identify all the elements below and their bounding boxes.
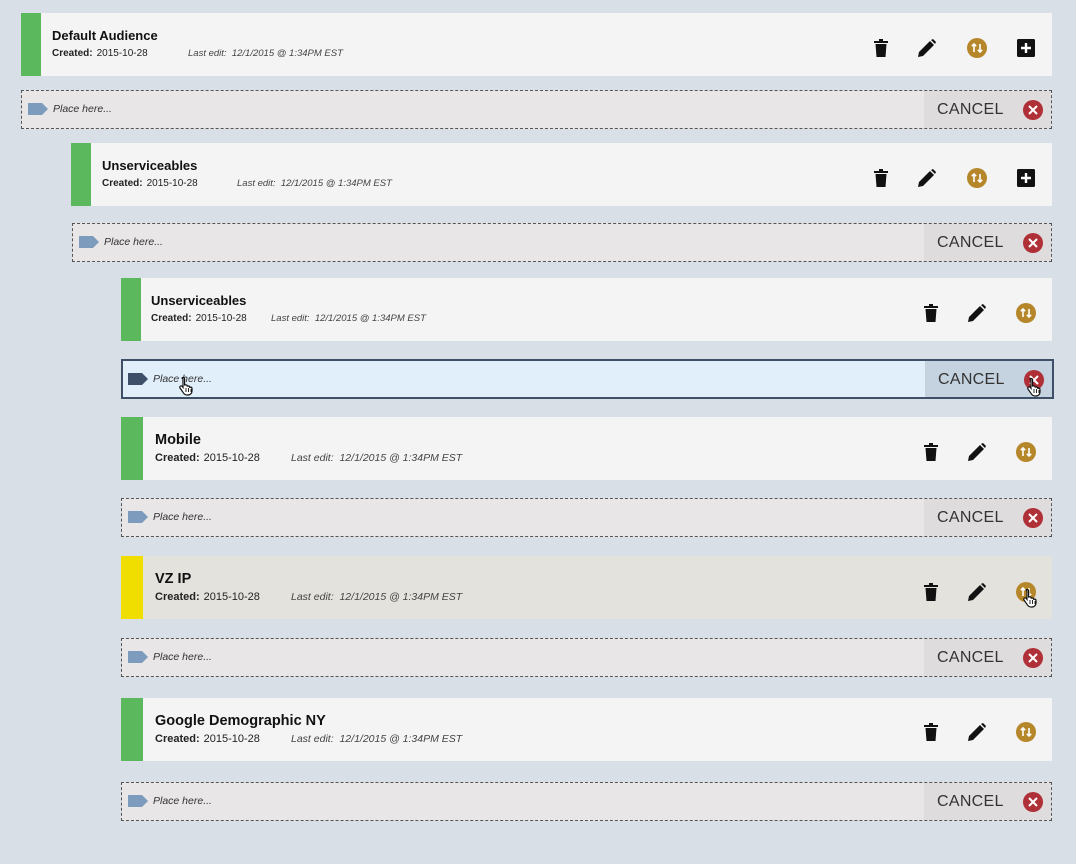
close-circle-icon[interactable] xyxy=(1023,792,1043,812)
plus-square-icon[interactable] xyxy=(1015,167,1037,189)
drop-zone[interactable]: Place here... CANCEL xyxy=(121,782,1052,821)
cancel-label: CANCEL xyxy=(937,509,1004,526)
placeholder-text[interactable]: Place here... xyxy=(104,236,163,248)
swap-vertical-icon[interactable] xyxy=(1015,302,1037,324)
audience-card: VZ IP Created: 2015-10-28 Last edit: 12/1… xyxy=(121,556,1052,619)
pencil-icon[interactable] xyxy=(966,302,988,324)
pencil-icon[interactable] xyxy=(966,581,988,603)
created-info: Created: 2015-10-28 xyxy=(155,733,260,745)
cancel-button[interactable]: CANCEL xyxy=(924,91,1051,128)
audience-name: Mobile xyxy=(155,432,201,448)
close-circle-icon[interactable] xyxy=(1023,233,1043,253)
trash-icon[interactable] xyxy=(870,167,892,189)
trash-icon[interactable] xyxy=(870,37,892,59)
status-bar xyxy=(121,417,143,480)
tag-icon xyxy=(128,795,148,807)
last-edit-info: Last edit: 12/1/2015 @ 1:34PM EST xyxy=(291,733,463,745)
swap-vertical-icon[interactable] xyxy=(1015,441,1037,463)
audience-card: Google Demographic NY Created: 2015-10-28… xyxy=(121,698,1052,761)
close-circle-icon[interactable] xyxy=(1023,100,1043,120)
pencil-icon[interactable] xyxy=(966,721,988,743)
last-edit-info: Last edit: 12/1/2015 @ 1:34PM EST xyxy=(188,48,343,59)
tag-icon xyxy=(128,373,148,385)
status-bar xyxy=(121,698,143,761)
audience-name: Unserviceables xyxy=(102,158,198,173)
trash-icon[interactable] xyxy=(920,441,942,463)
drop-zone[interactable]: Place here... CANCEL xyxy=(21,90,1052,129)
close-circle-icon[interactable] xyxy=(1023,508,1043,528)
placeholder-text[interactable]: Place here... xyxy=(153,373,212,385)
tag-icon xyxy=(28,103,48,115)
created-info: Created: 2015-10-28 xyxy=(52,48,148,59)
cancel-button[interactable]: CANCEL xyxy=(924,224,1051,261)
trash-icon[interactable] xyxy=(920,581,942,603)
audience-name: VZ IP xyxy=(155,571,192,587)
swap-vertical-icon[interactable] xyxy=(966,167,988,189)
created-info: Created: 2015-10-28 xyxy=(151,313,247,324)
drop-zone[interactable]: Place here... CANCEL xyxy=(72,223,1052,262)
swap-vertical-icon[interactable] xyxy=(966,37,988,59)
close-circle-icon[interactable] xyxy=(1023,648,1043,668)
audience-name: Google Demographic NY xyxy=(155,713,326,729)
created-info: Created: 2015-10-28 xyxy=(155,591,260,603)
audience-card: Unserviceables Created: 2015-10-28 Last e… xyxy=(121,278,1052,341)
cancel-label: CANCEL xyxy=(937,793,1004,810)
swap-vertical-icon[interactable] xyxy=(1015,721,1037,743)
tag-icon xyxy=(128,651,148,663)
plus-square-icon[interactable] xyxy=(1015,37,1037,59)
pencil-icon[interactable] xyxy=(966,441,988,463)
last-edit-info: Last edit: 12/1/2015 @ 1:34PM EST xyxy=(271,313,426,324)
last-edit-info: Last edit: 12/1/2015 @ 1:34PM EST xyxy=(237,178,392,189)
status-bar xyxy=(21,13,41,76)
cancel-label: CANCEL xyxy=(937,234,1004,251)
last-edit-info: Last edit: 12/1/2015 @ 1:34PM EST xyxy=(291,591,463,603)
cancel-button[interactable]: CANCEL xyxy=(924,639,1051,676)
pencil-icon[interactable] xyxy=(916,167,938,189)
close-circle-icon[interactable] xyxy=(1024,370,1044,390)
cancel-label: CANCEL xyxy=(937,649,1004,666)
cancel-label: CANCEL xyxy=(938,371,1005,388)
last-edit-info: Last edit: 12/1/2015 @ 1:34PM EST xyxy=(291,452,463,464)
cancel-label: CANCEL xyxy=(937,101,1004,118)
placeholder-text[interactable]: Place here... xyxy=(153,795,212,807)
drop-zone[interactable]: Place here... CANCEL xyxy=(121,498,1052,537)
placeholder-text[interactable]: Place here... xyxy=(53,103,112,115)
pencil-icon[interactable] xyxy=(916,37,938,59)
audience-card: Mobile Created: 2015-10-28 Last edit: 12/… xyxy=(121,417,1052,480)
trash-icon[interactable] xyxy=(920,302,942,324)
status-bar xyxy=(121,278,141,341)
status-bar xyxy=(121,556,143,619)
drop-zone[interactable]: Place here... CANCEL xyxy=(121,638,1052,677)
created-info: Created: 2015-10-28 xyxy=(102,178,198,189)
audience-name: Default Audience xyxy=(52,28,158,43)
cancel-button[interactable]: CANCEL xyxy=(924,499,1051,536)
audience-name: Unserviceables xyxy=(151,293,247,308)
cancel-button[interactable]: CANCEL xyxy=(925,361,1052,397)
trash-icon[interactable] xyxy=(920,721,942,743)
status-bar xyxy=(71,143,91,206)
swap-vertical-icon[interactable] xyxy=(1015,581,1037,603)
placeholder-text[interactable]: Place here... xyxy=(153,651,212,663)
audience-card: Unserviceables Created: 2015-10-28 Last e… xyxy=(71,143,1052,206)
created-info: Created: 2015-10-28 xyxy=(155,452,260,464)
drop-zone-active[interactable]: Place here... CANCEL xyxy=(121,359,1054,399)
placeholder-text[interactable]: Place here... xyxy=(153,511,212,523)
audience-card: Default Audience Created: 2015-10-28 Last… xyxy=(21,13,1052,76)
tag-icon xyxy=(128,511,148,523)
tag-icon xyxy=(79,236,99,248)
cancel-button[interactable]: CANCEL xyxy=(924,783,1051,820)
